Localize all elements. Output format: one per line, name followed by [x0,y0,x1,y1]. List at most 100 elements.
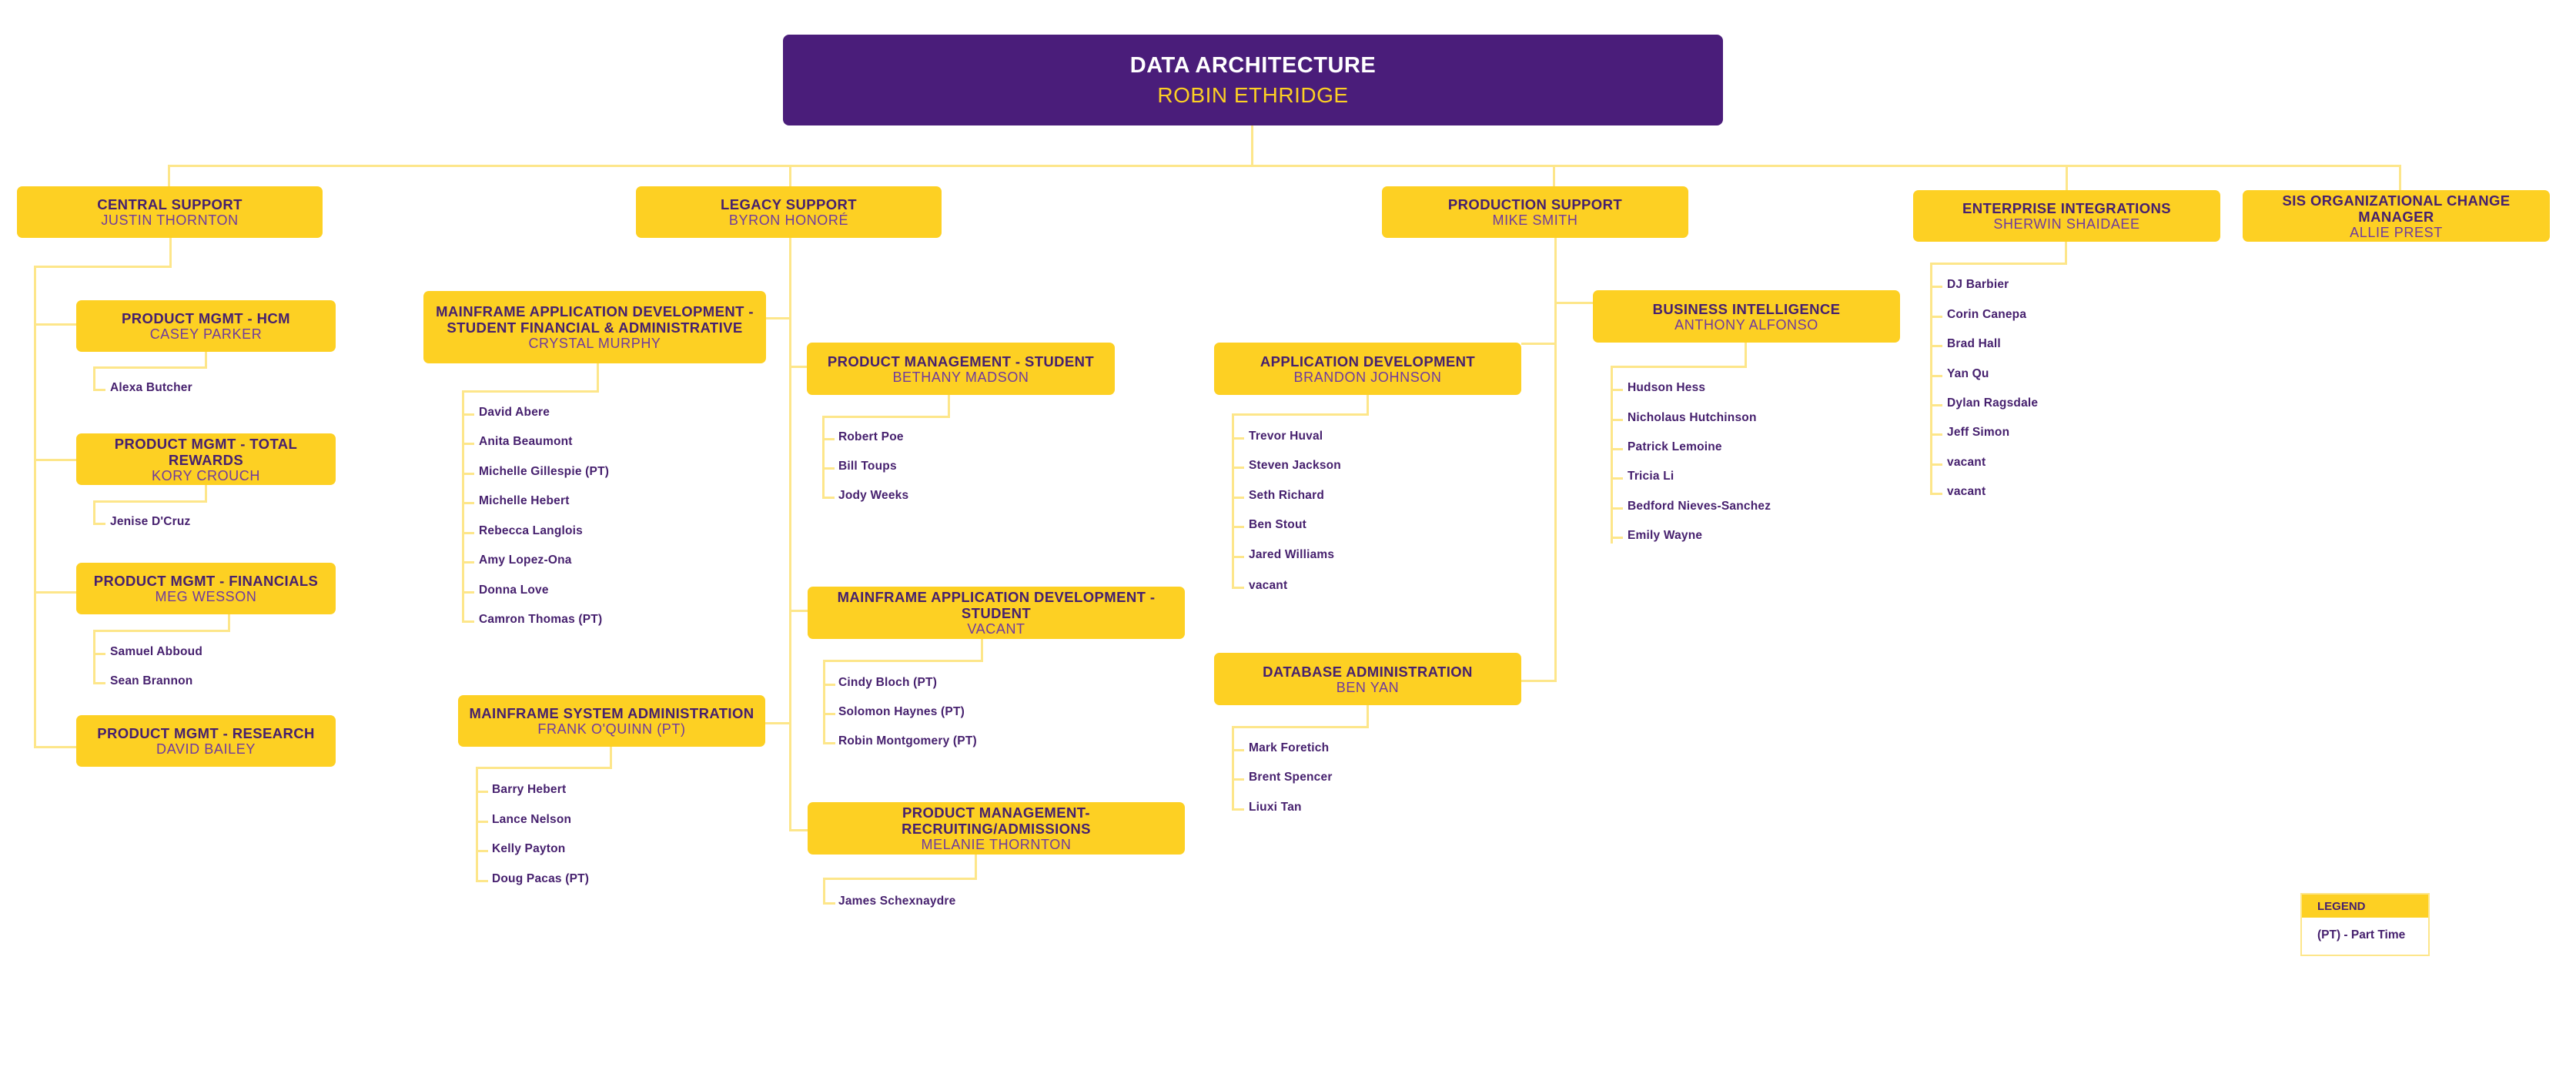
connector-line [975,854,977,879]
node-name: KORY CROUCH [152,467,260,483]
connector-line [1930,345,1942,347]
connector-line [34,266,172,268]
node-title-line1: MAINFRAME APPLICATION DEVELOPMENT - [436,303,754,319]
legend-title: LEGEND [2302,895,2428,918]
connector-line [1930,433,1942,436]
connector-line [2399,165,2401,190]
connector-line [1611,389,1623,391]
member: Samuel Abboud [110,645,203,658]
member: Alexa Butcher [110,381,192,394]
member: Bedford Nieves-Sanchez [1628,500,1771,513]
member: Ben Stout [1249,518,1306,531]
member: Mark Foretich [1249,741,1330,754]
node-central-support[interactable]: CENTRAL SUPPORT JUSTIN THORNTON [17,186,323,238]
node-enterprise-integrations[interactable]: ENTERPRISE INTEGRATIONS SHERWIN SHAIDAEE [1913,190,2220,242]
connector-line [93,500,95,524]
connector-line [823,878,977,880]
connector-line [1930,263,1932,495]
connector-line [597,363,599,392]
member: Bill Toups [838,460,897,473]
node-legacy-support[interactable]: LEGACY SUPPORT BYRON HONORÉ [636,186,942,238]
connector-line [34,746,76,748]
node-name: BEN YAN [1336,679,1400,695]
connector-line [1745,342,1747,367]
connector-line [462,561,474,564]
member: vacant [1947,456,1986,469]
member: Steven Jackson [1249,459,1341,472]
node-title: LEGACY SUPPORT [721,196,857,212]
connector-line [823,742,835,744]
member: Sean Brannon [110,674,193,687]
node-name: ALLIE PREST [2350,224,2443,240]
node-title: CENTRAL SUPPORT [97,196,243,212]
node-product-mgmt-financials[interactable]: PRODUCT MGMT - FINANCIALS MEG WESSON [76,563,336,614]
connector-line [462,443,474,445]
connector-line [1232,726,1369,728]
connector-line [34,591,76,594]
member: Yan Qu [1947,367,1989,380]
connector-line [462,390,599,393]
member: Jared Williams [1249,548,1335,561]
connector-line [823,660,983,662]
connector-line [823,684,835,686]
node-title: APPLICATION DEVELOPMENT [1260,353,1476,370]
node-business-intelligence[interactable]: BUSINESS INTELLIGENCE ANTHONY ALFONSO [1593,290,1900,343]
node-product-mgmt-research[interactable]: PRODUCT MGMT - RESEARCH DAVID BAILEY [76,715,336,767]
node-sis-change-manager[interactable]: SIS ORGANIZATIONAL CHANGE MANAGER ALLIE … [2243,190,2550,242]
member: Jeff Simon [1947,426,2010,439]
node-title: MAINFRAME APPLICATION DEVELOPMENT - STUD… [837,589,1156,621]
connector-line [168,165,170,186]
node-mainframe-system-admin[interactable]: MAINFRAME SYSTEM ADMINISTRATION FRANK O'… [458,695,765,747]
connector-line [93,366,95,390]
connector-line [1232,467,1244,469]
connector-line [1611,419,1623,421]
node-product-mgmt-total-rewards[interactable]: PRODUCT MGMT - TOTAL REWARDS KORY CROUCH [76,433,336,485]
connector-line [93,630,95,684]
node-product-mgmt-recruiting[interactable]: PRODUCT MANAGEMENT- RECRUITING/ADMISSION… [808,802,1185,855]
member: Camron Thomas (PT) [479,613,603,626]
connector-line [1232,778,1244,781]
node-name: BETHANY MADSON [892,369,1029,385]
connector-line [1367,705,1369,728]
member: Robin Montgomery (PT) [838,734,977,748]
connector-line [476,880,488,882]
member: DJ Barbier [1947,278,2009,291]
connector-line [476,767,612,769]
node-mainframe-app-dev-student[interactable]: MAINFRAME APPLICATION DEVELOPMENT - STUD… [808,587,1185,639]
connector-line [1930,263,2067,265]
connector-line [610,747,612,768]
node-application-development[interactable]: APPLICATION DEVELOPMENT BRANDON JOHNSON [1214,343,1521,395]
connector-line [1611,477,1623,480]
member: Doug Pacas (PT) [492,872,590,885]
member: Brent Spencer [1249,771,1333,784]
root-node[interactable]: DATA ARCHITECTURE ROBIN ETHRIDGE [783,35,1723,125]
member: Kelly Payton [492,842,566,855]
connector-line [93,682,105,684]
connector-line [823,902,835,905]
member: Barry Hebert [492,783,567,796]
connector-line [205,485,207,502]
connector-line [476,791,488,793]
member: vacant [1249,579,1288,592]
node-title: PRODUCT MGMT - TOTAL REWARDS [114,435,298,468]
node-database-administration[interactable]: DATABASE ADMINISTRATION BEN YAN [1214,653,1521,705]
connector-line [1232,587,1244,589]
connector-line [1611,366,1613,544]
node-production-support[interactable]: PRODUCTION SUPPORT MIKE SMITH [1382,186,1688,238]
connector-line [822,497,835,499]
node-name: BRANDON JOHNSON [1293,369,1442,385]
node-product-mgmt-student[interactable]: PRODUCT MANAGEMENT - STUDENT BETHANY MAD… [807,343,1115,395]
connector-line [2065,241,2067,264]
connector-line [823,878,825,904]
connector-line [462,390,464,623]
node-title: ENTERPRISE INTEGRATIONS [1962,200,2171,216]
node-mainframe-app-dev-sfa[interactable]: MAINFRAME APPLICATION DEVELOPMENT - STUD… [423,291,766,363]
node-name: MIKE SMITH [1492,212,1578,228]
connector-line [462,473,474,475]
member: Solomon Haynes (PT) [838,705,965,718]
member: Trevor Huval [1249,430,1323,443]
member: Michelle Gillespie (PT) [479,465,610,478]
connector-line [1611,537,1623,539]
connector-line [476,850,488,852]
node-product-mgmt-hcm[interactable]: PRODUCT MGMT - HCM CASEY PARKER [76,300,336,352]
